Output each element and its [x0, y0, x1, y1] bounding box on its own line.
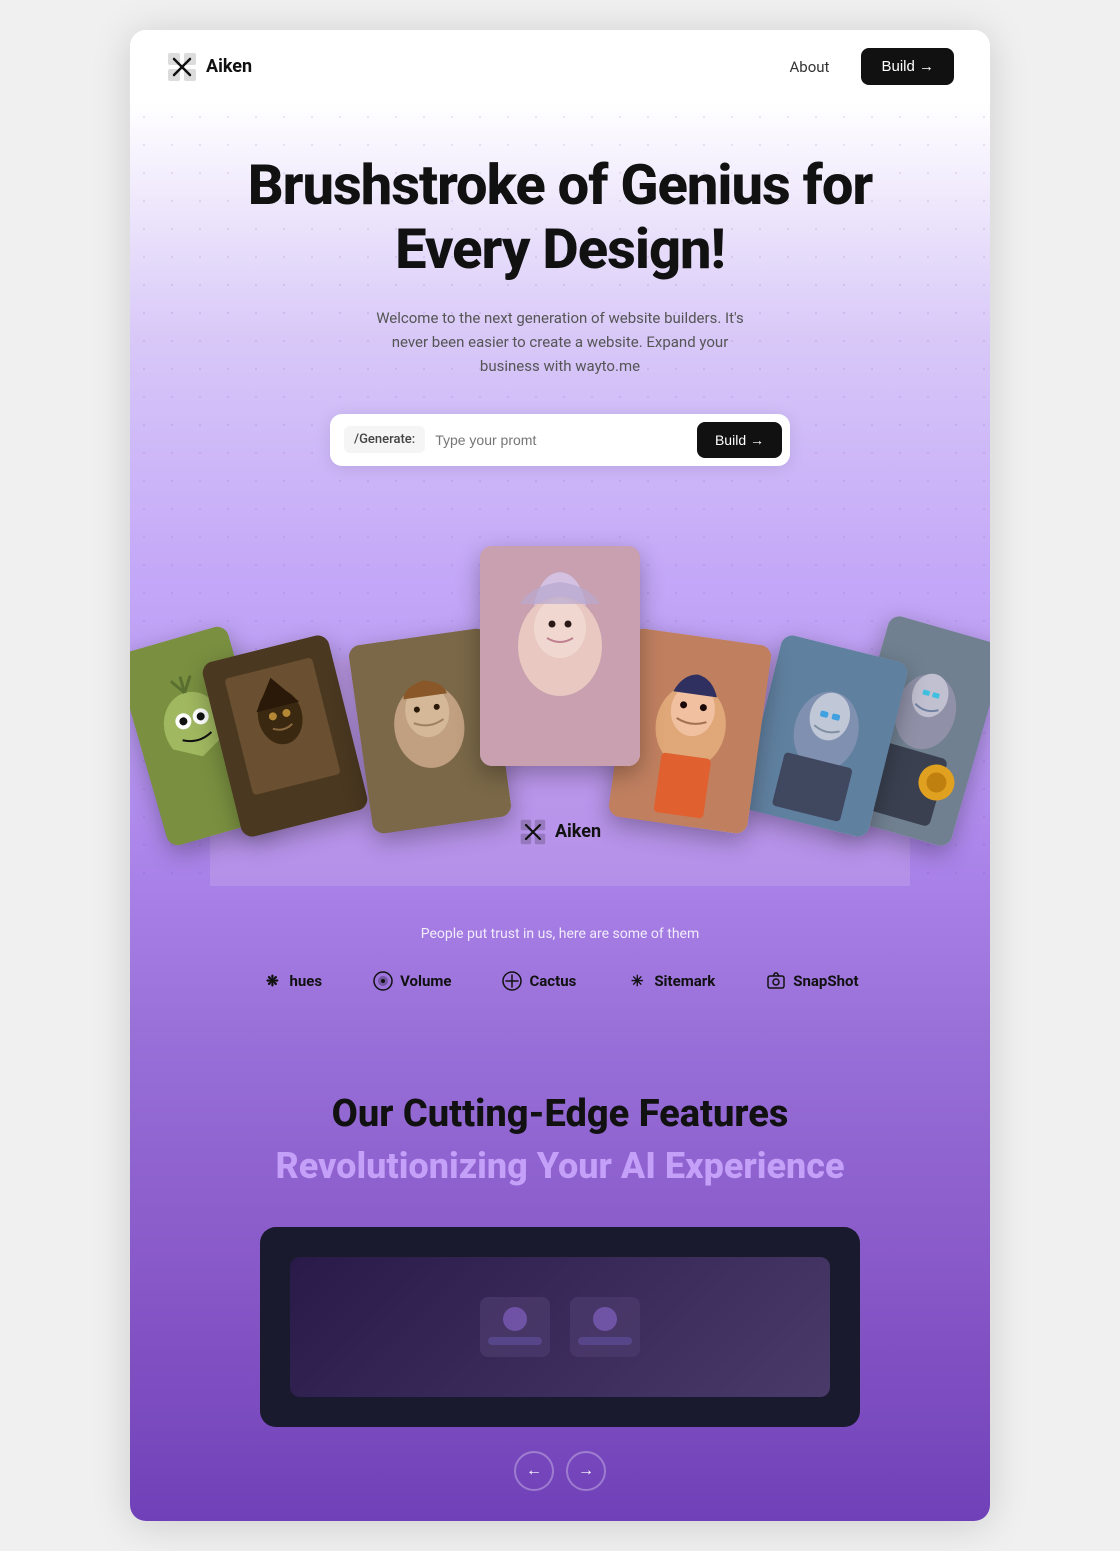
volume-icon	[372, 970, 394, 992]
trust-section: People put trust in us, here are some of…	[130, 886, 990, 1032]
hues-icon: ❋	[261, 970, 283, 992]
trust-logos-row: ❋ hues Volume	[190, 970, 930, 992]
feature-next-button[interactable]: →	[566, 1451, 606, 1491]
snapshot-icon	[765, 970, 787, 992]
generate-build-button[interactable]: Build →	[697, 422, 782, 458]
generate-label: /Generate:	[344, 426, 425, 453]
generate-input[interactable]	[435, 428, 697, 452]
hero-title: Brushstroke of Genius for Every Design!	[190, 153, 930, 282]
feature-prev-button[interactable]: ←	[514, 1451, 554, 1491]
logo-text: Aiken	[206, 56, 252, 77]
main-nav: About Build →	[778, 48, 954, 85]
sitemark-label: Sitemark	[654, 972, 715, 990]
generate-bar: /Generate: Build →	[330, 414, 790, 466]
features-title: Our Cutting-Edge Features	[190, 1092, 930, 1138]
cards-brand: Aiken	[519, 818, 601, 846]
cactus-label: Cactus	[529, 972, 576, 990]
trust-logo-volume: Volume	[372, 970, 451, 992]
nav-build-button[interactable]: Build →	[861, 48, 954, 85]
nav-about-link[interactable]: About	[778, 50, 842, 84]
logo-icon	[166, 51, 198, 83]
hues-label: hues	[289, 972, 322, 990]
cards-brand-icon	[519, 818, 547, 846]
hero-section: Brushstroke of Genius for Every Design! …	[130, 103, 990, 886]
volume-label: Volume	[400, 972, 451, 990]
feature-illustration	[460, 1277, 660, 1377]
sitemark-icon: ✳	[626, 970, 648, 992]
page-container: Aiken About Build → Brushstroke of Geniu…	[130, 30, 990, 1521]
hero-subtitle: Welcome to the next generation of websit…	[360, 306, 760, 378]
header: Aiken About Build →	[130, 30, 990, 103]
trust-logo-sitemark: ✳ Sitemark	[626, 970, 715, 992]
trust-logo-cactus: Cactus	[501, 970, 576, 992]
feature-card-visual	[290, 1257, 830, 1397]
trust-logo-hues: ❋ hues	[261, 970, 322, 992]
trust-heading: People put trust in us, here are some of…	[190, 926, 930, 942]
cactus-icon	[501, 970, 523, 992]
feature-card	[260, 1227, 860, 1427]
features-subtitle: Revolutionizing Your AI Experience	[190, 1145, 930, 1187]
features-section: Our Cutting-Edge Features Revolutionizin…	[130, 1032, 990, 1522]
hero-content: Brushstroke of Genius for Every Design! …	[130, 103, 990, 466]
cards-brand-text: Aiken	[555, 821, 601, 842]
art-card-center	[480, 546, 640, 766]
snapshot-label: SnapShot	[793, 972, 858, 990]
logo[interactable]: Aiken	[166, 51, 252, 83]
trust-logo-snapshot: SnapShot	[765, 970, 858, 992]
cards-fan-section: Aiken	[130, 506, 990, 886]
feature-nav-arrows: ← →	[190, 1451, 930, 1491]
